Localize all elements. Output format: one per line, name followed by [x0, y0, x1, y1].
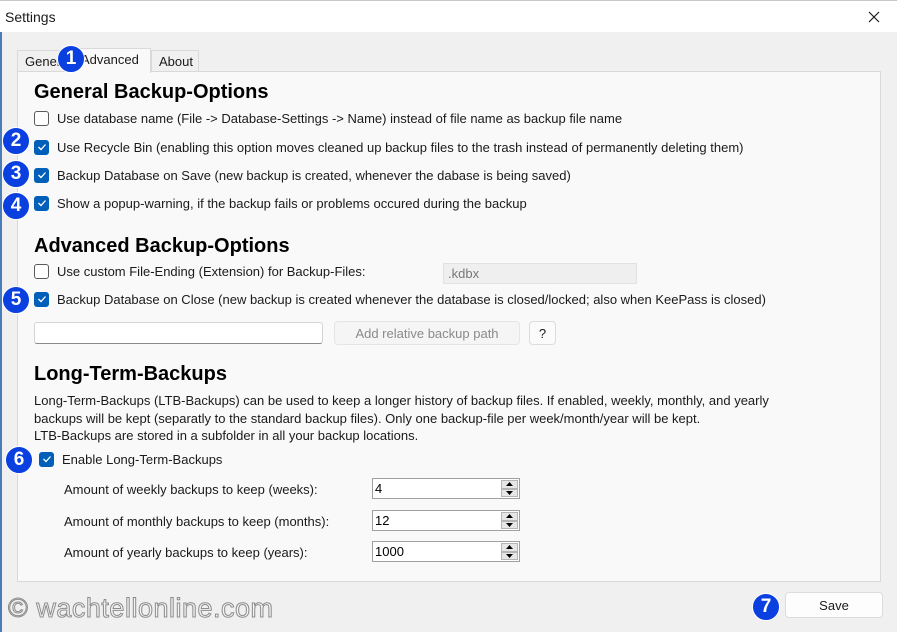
watermark: © wachtellonline.com: [8, 593, 274, 624]
tab-label: Advanced: [81, 52, 139, 67]
ltb-heading: Long-Term-Backups: [34, 363, 227, 385]
monthly-spinner[interactable]: [372, 510, 520, 531]
checkbox-checked[interactable]: [34, 291, 49, 307]
yearly-spinner[interactable]: [372, 541, 520, 562]
arrow-down-icon: [506, 490, 513, 495]
arrow-up-icon: [506, 482, 513, 487]
spin-up-button[interactable]: [501, 480, 518, 489]
add-relative-path-button[interactable]: Add relative backup path: [334, 321, 520, 345]
arrow-down-icon: [506, 553, 513, 558]
checkbox[interactable]: [34, 110, 49, 126]
close-button[interactable]: [851, 1, 897, 33]
checkmark-icon: [42, 456, 51, 463]
option-label: Use custom File-Ending (Extension) for B…: [57, 263, 366, 279]
option-use-db-name[interactable]: Use database name (File -> Database-Sett…: [34, 109, 622, 127]
save-button[interactable]: Save: [785, 592, 883, 618]
checkmark-icon: [37, 296, 46, 303]
annotation-badge-1: 1: [57, 45, 85, 73]
checkmark-icon: [37, 144, 46, 151]
option-recycle-bin[interactable]: Use Recycle Bin (enabling this option mo…: [34, 138, 744, 156]
spin-down-button[interactable]: [501, 551, 518, 560]
arrow-up-icon: [506, 514, 513, 519]
annotation-badge-5: 5: [2, 286, 30, 314]
arrow-down-icon: [506, 522, 513, 527]
spin-down-button[interactable]: [501, 520, 518, 529]
general-heading: General Backup-Options: [34, 81, 269, 103]
relative-path-input[interactable]: [34, 322, 323, 344]
weekly-input[interactable]: [373, 479, 493, 498]
description-line: backups will be kept (separatly to the s…: [34, 410, 701, 426]
checkmark-icon: [37, 172, 46, 179]
help-button[interactable]: ?: [529, 321, 556, 345]
description-line: LTB-Backups are stored in a subfolder in…: [34, 428, 419, 443]
tab-label: About: [159, 54, 193, 69]
window-edge: [0, 32, 2, 632]
option-enable-ltb[interactable]: Enable Long-Term-Backups: [39, 450, 222, 468]
advanced-panel: General Backup-Options Use database name…: [17, 71, 881, 582]
advanced-heading: Advanced Backup-Options: [34, 235, 290, 257]
checkbox-checked[interactable]: [34, 167, 49, 183]
window-title: Settings: [5, 9, 56, 25]
option-label: Backup Database on Save (new backup is c…: [57, 167, 571, 183]
yearly-label: Amount of yearly backups to keep (years)…: [64, 545, 308, 560]
spin-up-button[interactable]: [501, 543, 518, 552]
annotation-badge-6: 6: [5, 446, 33, 474]
option-label: Use database name (File -> Database-Sett…: [57, 110, 623, 126]
checkbox-checked[interactable]: [34, 139, 49, 155]
option-label: Show a popup-warning, if the backup fail…: [57, 195, 527, 211]
spin-up-button[interactable]: [501, 512, 518, 521]
checkbox-checked[interactable]: [34, 195, 49, 211]
checkbox[interactable]: [34, 263, 49, 279]
monthly-input[interactable]: [373, 511, 493, 530]
title-bar: Settings: [0, 0, 897, 32]
option-custom-extension[interactable]: Use custom File-Ending (Extension) for B…: [34, 262, 366, 280]
yearly-input[interactable]: [373, 542, 493, 561]
description-line: Long-Term-Backups (LTB-Backups) can be u…: [34, 393, 769, 408]
annotation-badge-4: 4: [2, 192, 30, 220]
option-popup-warning[interactable]: Show a popup-warning, if the backup fail…: [34, 194, 527, 212]
option-label: Use Recycle Bin (enabling this option mo…: [57, 139, 744, 155]
spin-down-button[interactable]: [501, 488, 518, 497]
checkbox-checked[interactable]: [39, 451, 54, 467]
checkmark-icon: [37, 200, 46, 207]
monthly-label: Amount of monthly backups to keep (month…: [64, 514, 330, 529]
close-icon: [868, 11, 880, 23]
option-backup-on-close[interactable]: Backup Database on Close (new backup is …: [34, 290, 766, 308]
annotation-badge-7: 7: [752, 593, 780, 621]
option-backup-on-save[interactable]: Backup Database on Save (new backup is c…: [34, 166, 571, 184]
weekly-label: Amount of weekly backups to keep (weeks)…: [64, 482, 318, 497]
ltb-description: Long-Term-Backups (LTB-Backups) can be u…: [34, 392, 874, 445]
option-label: Backup Database on Close (new backup is …: [57, 291, 766, 307]
annotation-badge-3: 3: [2, 160, 30, 188]
tab-about[interactable]: About: [151, 50, 199, 72]
option-label: Enable Long-Term-Backups: [62, 451, 223, 467]
weekly-spinner[interactable]: [372, 478, 520, 499]
extension-field[interactable]: .kdbx: [443, 263, 637, 284]
annotation-badge-2: 2: [2, 127, 30, 155]
arrow-up-icon: [506, 545, 513, 550]
